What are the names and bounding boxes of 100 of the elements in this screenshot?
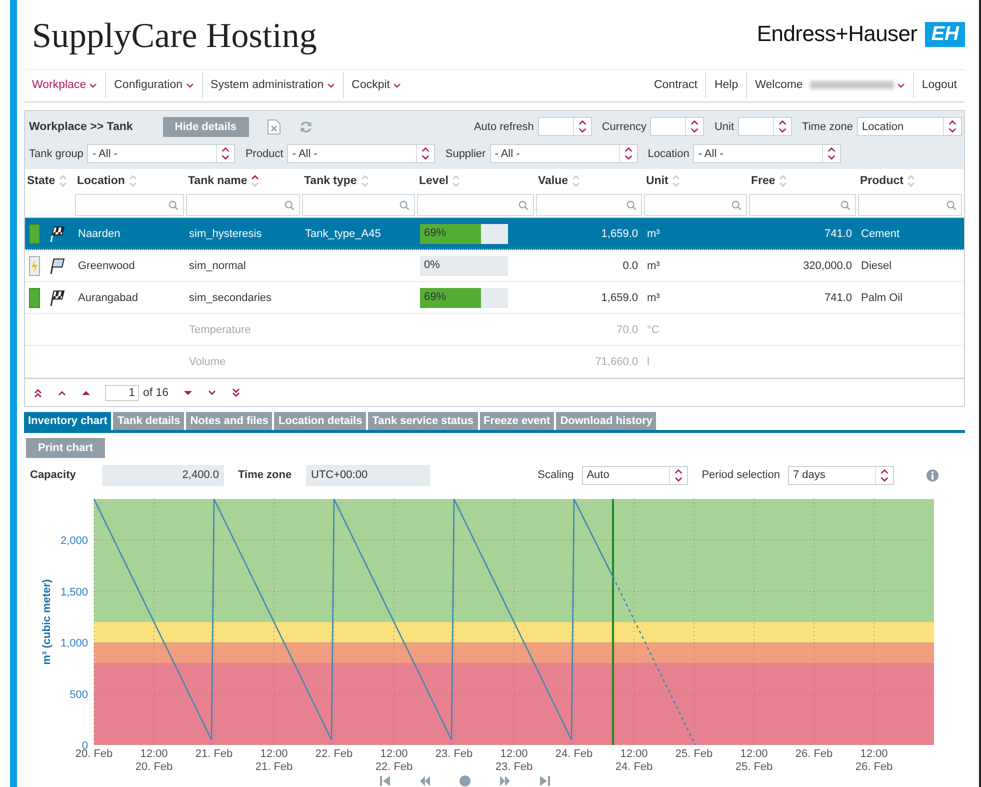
location-cell-text: Naarden: [77, 228, 122, 240]
scaling-label: Scaling: [538, 469, 574, 481]
column-header[interactable]: Product: [860, 175, 904, 187]
skip-start-icon[interactable]: [378, 775, 390, 787]
y-axis-label: m³ (cubic meter): [41, 579, 53, 665]
select-field[interactable]: [650, 117, 704, 136]
value-cell-text: 0.0: [622, 260, 639, 272]
x-tick-label: 12:00 25. Feb: [735, 748, 773, 773]
x-tick-label: 21. Feb: [195, 748, 233, 760]
scaling-select[interactable]: Auto: [582, 466, 688, 484]
product-cell-text: Diesel: [860, 260, 893, 272]
logo-mark: EH: [925, 22, 965, 47]
skip-end-icon[interactable]: [538, 775, 550, 787]
search-icon: [731, 200, 742, 210]
menu-item[interactable]: System administration: [202, 72, 343, 98]
column-header[interactable]: Value: [538, 175, 568, 187]
excel-export-icon[interactable]: [266, 118, 281, 134]
user-menu[interactable]: Welcome: [746, 72, 913, 98]
field-label: Time zone: [802, 120, 853, 132]
product-cell-text: Palm Oil: [860, 292, 904, 304]
capacity-label: Capacity: [30, 469, 77, 481]
x-tick-label: 12:00 26. Feb: [855, 748, 893, 773]
tank-name-cell-text: sim_normal: [188, 260, 247, 272]
info-icon[interactable]: [926, 468, 939, 482]
nav-link[interactable]: Help: [705, 72, 746, 98]
column-search-field[interactable]: [417, 194, 534, 216]
column-search-field[interactable]: [186, 194, 300, 216]
menu-item[interactable]: Configuration: [105, 72, 202, 98]
tab[interactable]: Inventory chart: [24, 412, 112, 430]
menu-item[interactable]: Workplace: [24, 72, 106, 98]
x-tick-label: 24. Feb: [555, 748, 593, 760]
breadcrumb: Workplace >> Tank: [29, 120, 133, 132]
column-header[interactable]: State: [27, 175, 56, 187]
column-header[interactable]: Free: [751, 175, 776, 187]
time-zone-label: Time zone: [238, 469, 293, 481]
column-header[interactable]: Location: [77, 175, 125, 187]
detail-value: 71,660.0: [594, 356, 639, 368]
column-search-field[interactable]: [302, 194, 415, 216]
filter-select[interactable]: - All -: [693, 144, 842, 163]
column-header[interactable]: Unit: [646, 175, 668, 187]
capacity-field: 2,400.0: [102, 464, 224, 486]
next-icon[interactable]: [206, 388, 217, 398]
nav-link[interactable]: Contract: [646, 72, 706, 98]
x-tick-label: 12:00 22. Feb: [375, 748, 413, 773]
menu-item[interactable]: Cockpit: [342, 72, 410, 98]
table-row[interactable]: Aurangabad sim_secondaries 69% 1,659.0 m³ 741.0 Palm Oil: [25, 282, 964, 314]
y-tick-label: 1,500: [60, 586, 88, 598]
filter-select[interactable]: - All -: [87, 144, 236, 163]
rewind-icon[interactable]: [418, 775, 430, 787]
location-cell-text: Aurangabad: [77, 292, 139, 304]
filter-label: Product: [245, 148, 284, 160]
product-cell-text: Cement: [860, 228, 901, 240]
detail-value: 70.0: [616, 324, 639, 336]
y-tick-label: 1,000: [60, 638, 88, 650]
select-field[interactable]: [738, 117, 792, 136]
fast-forward-icon[interactable]: [498, 775, 510, 787]
x-tick-label: 12:00 23. Feb: [495, 748, 533, 773]
column-header[interactable]: Level: [419, 175, 448, 187]
x-tick-label: 12:00 21. Feb: [255, 748, 293, 773]
filter-select[interactable]: - All -: [490, 144, 638, 163]
column-header[interactable]: Tank type: [304, 175, 357, 187]
value-cell-text: 1,659.0: [600, 228, 639, 240]
search-icon: [399, 200, 410, 210]
filter-select[interactable]: - All -: [287, 144, 436, 163]
x-tick-label: 22. Feb: [315, 748, 353, 760]
period-select[interactable]: 7 days: [788, 466, 894, 484]
select-field[interactable]: [538, 117, 592, 136]
last-page-icon[interactable]: [230, 388, 241, 398]
x-tick-label: 23. Feb: [435, 748, 473, 760]
column-search-field[interactable]: [75, 194, 184, 216]
select-field[interactable]: Location: [857, 117, 962, 136]
nav-link[interactable]: Logout: [912, 72, 965, 98]
column-search-field[interactable]: [644, 194, 747, 216]
unit-cell-text: m³: [646, 228, 661, 240]
column-header[interactable]: Tank name: [188, 175, 248, 187]
first-page-icon[interactable]: [33, 388, 43, 398]
detail-unit: °C: [646, 324, 660, 336]
y-tick-label: 500: [70, 688, 88, 701]
circle-icon[interactable]: [458, 775, 470, 787]
column-search-field[interactable]: [858, 194, 962, 216]
page-field[interactable]: 1: [105, 384, 139, 400]
column-search-field[interactable]: [749, 194, 856, 216]
table-row[interactable]: Naarden sim_hysteresis Tank_type_A45 69% 1,659.0 m³ 741.0 Cement: [25, 218, 964, 250]
y-tick-label: 2,000: [60, 535, 88, 547]
refresh-icon[interactable]: [298, 118, 313, 134]
table-row[interactable]: Greenwood sim_normal 0% 0.0 m³ 320,000.0 Diesel: [25, 250, 964, 282]
x-tick-label: 25. Feb: [675, 748, 713, 760]
chevron-icon: [393, 82, 402, 88]
sort-icon[interactable]: [250, 174, 260, 188]
column-search-field[interactable]: [536, 194, 642, 216]
tank-type-cell: Tank_type_A45: [305, 228, 381, 240]
field-label: Currency: [602, 120, 646, 132]
value-cell-text: 1,659.0: [600, 292, 639, 304]
period-label: Period selection: [702, 469, 780, 481]
filter-label: Tank group: [29, 148, 84, 160]
level-bar: 69%: [420, 224, 508, 244]
level-bar: 69%: [420, 288, 508, 308]
unit-cell-text: m³: [646, 292, 661, 304]
filter-label: Location: [648, 148, 690, 160]
page-count: of 16: [143, 386, 169, 398]
